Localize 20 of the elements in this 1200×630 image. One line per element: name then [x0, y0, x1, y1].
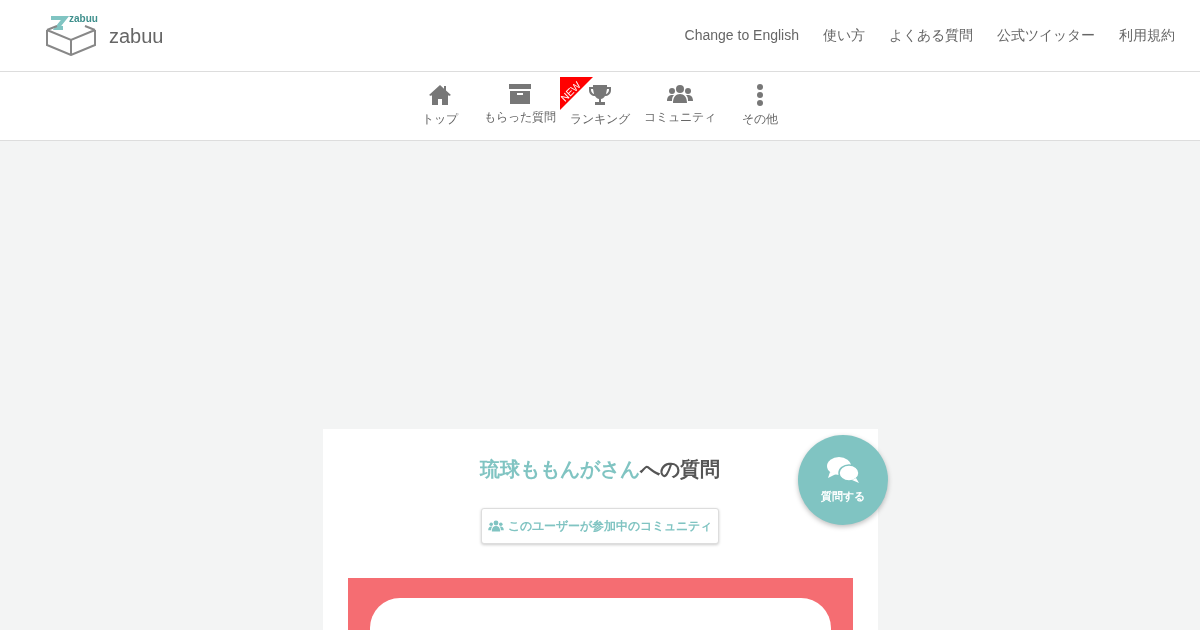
nav-item[interactable]: その他: [720, 72, 800, 140]
trophy-icon: [588, 84, 612, 106]
chat-icon: [826, 455, 860, 484]
nav-item[interactable]: コミュニティ: [640, 72, 720, 140]
header-link[interactable]: よくある質問: [889, 25, 973, 46]
logo-icon: [45, 13, 97, 56]
archive-icon: [509, 84, 531, 104]
header-link[interactable]: 利用規約: [1119, 25, 1175, 46]
home-icon: [428, 84, 452, 106]
nav-item[interactable]: もらった質問: [480, 72, 560, 140]
header-link[interactable]: Change to English: [684, 25, 799, 46]
logo-text: zabuu: [69, 13, 98, 24]
nav-item[interactable]: トップ: [400, 72, 480, 140]
header-link[interactable]: 使い方: [823, 25, 865, 46]
page-title: 琉球ももんがさんへの質問: [480, 457, 720, 482]
more-icon: [756, 84, 764, 106]
users-icon: [488, 520, 504, 532]
header-link[interactable]: 公式ツイッター: [997, 25, 1095, 46]
users-icon: [667, 84, 693, 104]
brand-name[interactable]: zabuu: [109, 20, 164, 51]
